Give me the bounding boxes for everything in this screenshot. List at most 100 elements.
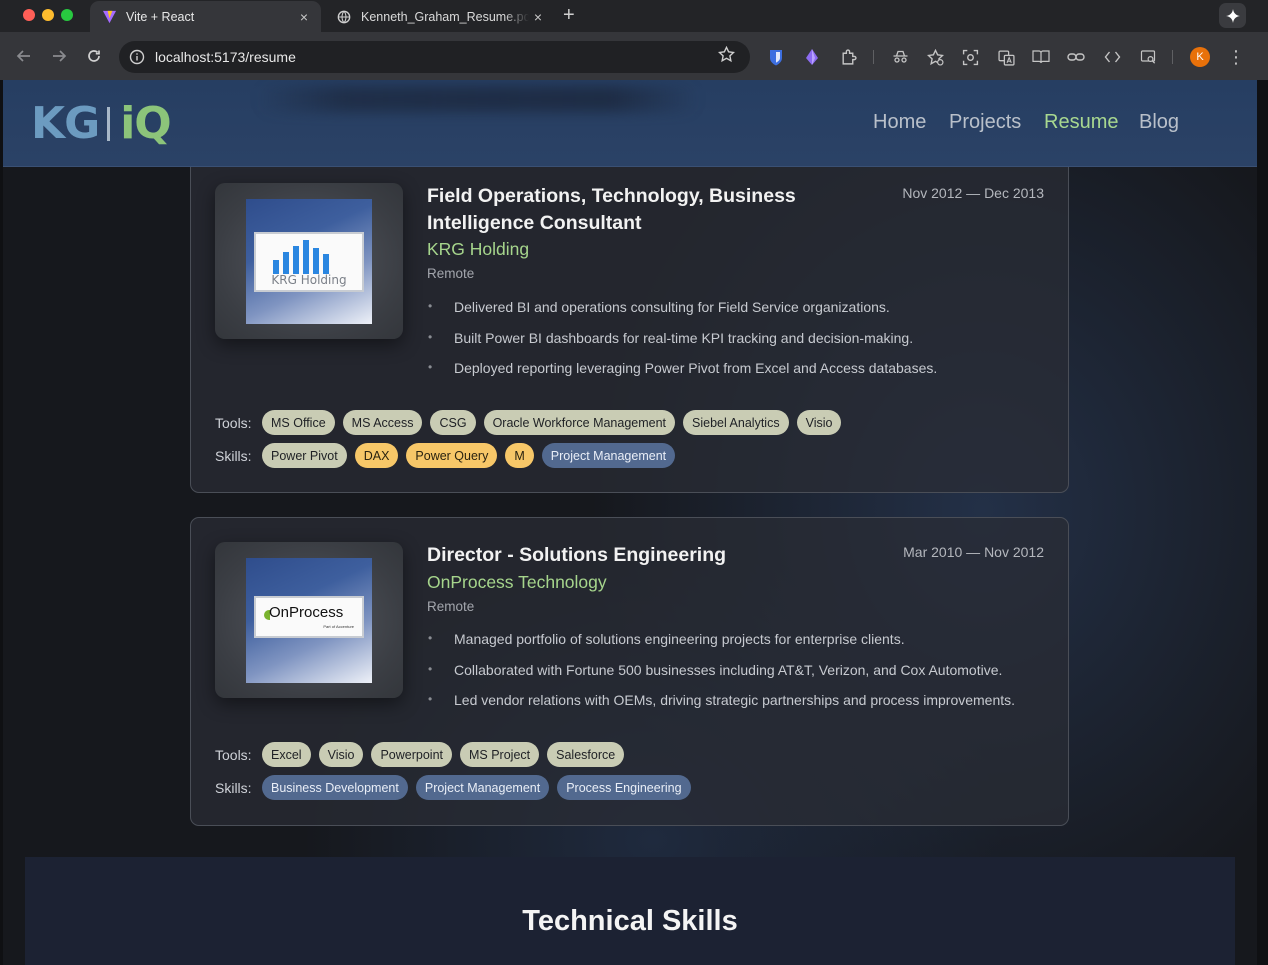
- window-minimize-button[interactable]: [42, 9, 54, 21]
- section-heading: Technical Skills: [522, 905, 738, 937]
- job-bullets: • Managed portfolio of solutions engineer…: [427, 631, 1015, 723]
- bitwarden-extension-icon[interactable]: [767, 48, 785, 66]
- job-title: Director - Solutions Engineering: [427, 544, 727, 566]
- krg-logo-card: KRG Holding: [254, 232, 364, 292]
- tools-row: Tools: MS Office MS Access CSG Oracle Wo…: [215, 410, 849, 435]
- list-item: • Collaborated with Fortune 500 businesse…: [427, 662, 1015, 693]
- logo-kg-text: KG: [31, 98, 100, 149]
- job-bullets: • Delivered BI and operations consulting …: [427, 299, 937, 391]
- skill-tag: Power Query: [406, 443, 498, 468]
- tab-search-icon[interactable]: [1139, 48, 1157, 66]
- browser-toolbar: localhost:5173/resume K ⋮: [0, 32, 1268, 80]
- skill-tag: Project Management: [541, 443, 676, 468]
- tool-tag: Oracle Workforce Management: [483, 410, 676, 435]
- toolbar-divider: [1172, 50, 1173, 64]
- bullet-text: Delivered BI and operations consulting f…: [454, 299, 890, 315]
- company-logo-frame: OnProcess Part of Accenture: [215, 542, 403, 698]
- forward-arrow-icon[interactable]: [49, 46, 69, 66]
- skills-label: Skills:: [215, 779, 252, 796]
- profile-avatar[interactable]: K: [1190, 47, 1210, 67]
- globe-icon: [336, 9, 352, 25]
- nav-home-link[interactable]: Home: [873, 111, 926, 134]
- favorites-star-icon[interactable]: [926, 48, 944, 66]
- tool-tag: Siebel Analytics: [683, 410, 789, 435]
- window-zoom-button[interactable]: [61, 9, 73, 21]
- list-item: • Managed portfolio of solutions engineer…: [427, 631, 1015, 662]
- bullet-dot: •: [428, 360, 433, 374]
- site-header: KG iQ Home Projects Resume Blog: [3, 80, 1257, 167]
- bullet-text: Built Power BI dashboards for real-time …: [454, 329, 914, 346]
- tools-label: Tools:: [215, 414, 252, 431]
- skills-row: Skills: Power Pivot DAX Power Query M Pr…: [215, 443, 683, 468]
- site-logo[interactable]: KG iQ: [31, 98, 172, 149]
- back-arrow-icon[interactable]: [14, 46, 34, 66]
- bullet-dot: •: [428, 661, 433, 676]
- job-card: OnProcess Part of Accenture Director - S…: [190, 517, 1069, 826]
- toolbar-divider: [873, 50, 874, 64]
- incognito-icon[interactable]: [891, 48, 909, 66]
- list-item: • Deployed reporting leveraging Power Piv…: [427, 360, 937, 391]
- tool-tag: Excel: [262, 742, 311, 767]
- logo-iq-text: iQ: [120, 98, 171, 149]
- nav-projects-link[interactable]: Projects: [949, 111, 1021, 134]
- tab-vite-react[interactable]: Vite + React ×: [90, 1, 321, 32]
- site-info-icon[interactable]: [129, 49, 145, 65]
- company-name: KRG Holding: [427, 239, 530, 259]
- window-edge-right: [1257, 80, 1268, 965]
- new-tab-button[interactable]: +: [563, 4, 575, 27]
- reading-mode-icon[interactable]: [1032, 48, 1050, 66]
- tab-title: Kenneth_Graham_Resume.pdf: [361, 9, 529, 24]
- skill-tag: Project Management: [415, 775, 550, 800]
- tool-tag: MS Project: [460, 742, 540, 767]
- technical-skills-section: Technical Skills: [25, 857, 1235, 965]
- job-dates: Mar 2010 — Nov 2012: [903, 544, 1044, 560]
- job-location: Remote: [427, 599, 475, 614]
- extensions-puzzle-icon[interactable]: [839, 48, 857, 66]
- skill-tag: Business Development: [262, 775, 408, 800]
- translate-icon[interactable]: [997, 48, 1015, 66]
- bullet-text: Led vendor relations with OEMs, driving …: [454, 692, 1016, 708]
- skill-tag: Power Pivot: [262, 443, 347, 468]
- header-blur-decoration: [258, 86, 698, 112]
- link-icon[interactable]: [1067, 48, 1085, 66]
- job-location: Remote: [427, 266, 475, 281]
- reload-icon[interactable]: [84, 46, 104, 66]
- crystal-extension-icon[interactable]: [803, 48, 821, 66]
- logo-caption: OnProcess: [269, 604, 344, 621]
- tool-tag: Powerpoint: [371, 742, 452, 767]
- logo-divider: [107, 106, 111, 141]
- skill-tag: DAX: [354, 443, 399, 468]
- tools-label: Tools:: [215, 746, 252, 763]
- skills-label: Skills:: [215, 447, 252, 464]
- gemini-sparkle-icon[interactable]: [1219, 3, 1246, 28]
- tool-tag: CSG: [430, 410, 476, 435]
- bullet-text: Deployed reporting leveraging Power Pivo…: [454, 360, 938, 376]
- skill-tag: M: [505, 443, 534, 468]
- window-close-button[interactable]: [23, 9, 35, 21]
- tool-tag: MS Office: [262, 410, 335, 435]
- nav-resume-link[interactable]: Resume: [1044, 111, 1118, 134]
- tab-resume-pdf[interactable]: Kenneth_Graham_Resume.pdf ×: [325, 1, 555, 32]
- browser-menu-icon[interactable]: ⋮: [1227, 47, 1245, 67]
- tool-tag: Visio: [318, 742, 364, 767]
- company-logo: KRG Holding: [246, 199, 372, 324]
- bookmark-star-icon[interactable]: [717, 45, 736, 68]
- company-name: OnProcess Technology: [427, 572, 607, 592]
- screenshot-lens-icon[interactable]: [961, 48, 979, 66]
- devtools-code-icon[interactable]: [1103, 48, 1121, 66]
- vite-favicon-icon: [101, 9, 117, 25]
- bullet-text: Collaborated with Fortune 500 businesses…: [454, 661, 1003, 678]
- company-logo-frame: KRG Holding: [215, 183, 403, 339]
- tab-close-icon[interactable]: ×: [295, 9, 313, 25]
- list-item: • Led vendor relations with OEMs, driving…: [427, 692, 1015, 723]
- tool-tag: Salesforce: [547, 742, 625, 767]
- bullet-dot: •: [428, 299, 433, 313]
- tool-tag: Visio: [796, 410, 842, 435]
- logo-subcaption: Part of Accenture: [323, 624, 354, 629]
- bullet-text: Managed portfolio of solutions engineeri…: [454, 631, 905, 647]
- tab-close-icon[interactable]: ×: [529, 9, 547, 25]
- skills-row: Skills: Business Development Project Man…: [215, 775, 699, 800]
- address-bar[interactable]: localhost:5173/resume: [119, 41, 750, 73]
- nav-blog-link[interactable]: Blog: [1139, 111, 1179, 134]
- bullet-dot: •: [428, 631, 433, 645]
